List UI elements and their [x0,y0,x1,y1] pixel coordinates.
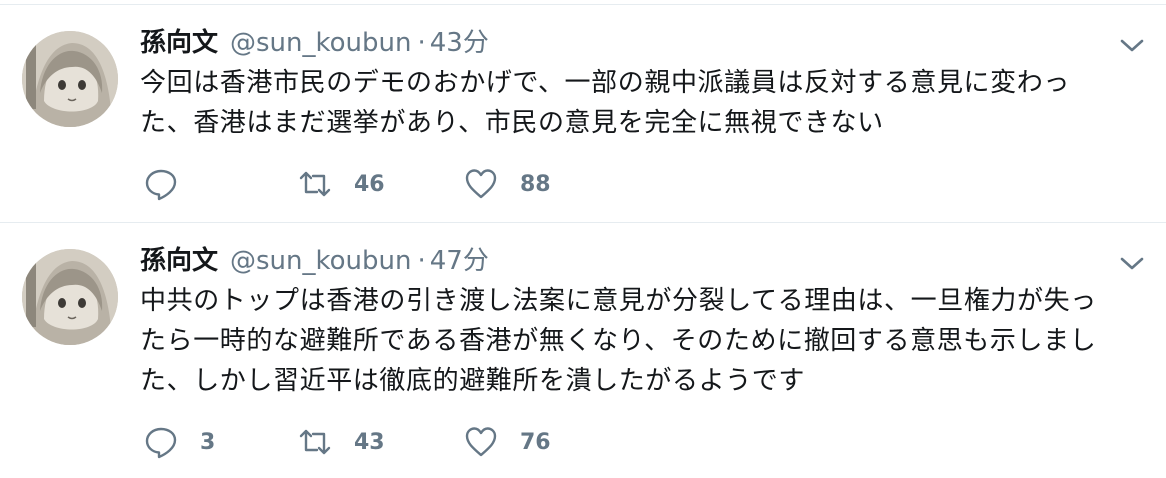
display-name[interactable]: 孫向文 [140,246,218,276]
retweet-count: 43 [354,429,385,455]
tweet[interactable]: 孫向文 @sun_koubun · 47分 中共のトップは香港の引き渡し法案に意見が分… [0,223,1166,478]
reply-button[interactable]: 3 [144,422,215,462]
separator: · [417,28,426,58]
reply-count: 3 [200,429,216,455]
heart-icon [465,427,497,457]
retweet-icon [299,429,331,455]
reply-button[interactable] [144,164,200,204]
retweet-button[interactable]: 46 [298,164,385,204]
tweet-header: 孫向文 @sun_koubun · 43分 [140,25,489,61]
retweet-count: 46 [354,171,385,197]
reply-icon [145,169,177,201]
retweet-icon [299,171,331,197]
tweet-actions: 46 88 [140,164,640,204]
avatar[interactable] [22,31,118,127]
heart-icon [465,169,497,199]
tweet-text: 今回は香港市民のデモのおかげで、一部の親中派議員は反対する意見に変わっ た、香港… [140,68,1070,138]
like-count: 88 [520,171,551,197]
retweet-button[interactable]: 43 [298,422,385,462]
reply-icon [145,427,177,459]
like-button[interactable]: 88 [464,164,551,204]
timestamp[interactable]: 47分 [430,246,489,276]
tweet[interactable]: 孫向文 @sun_koubun · 43分 今回は香港市民のデモのおかげで、一部の親中… [0,5,1166,223]
tweet-header: 孫向文 @sun_koubun · 47分 [140,243,489,279]
display-name[interactable]: 孫向文 [140,28,218,58]
chevron-down-icon[interactable] [1118,253,1146,273]
tweet-actions: 3 43 76 [140,422,640,462]
chevron-down-icon[interactable] [1118,35,1146,55]
timestamp[interactable]: 43分 [430,28,489,58]
like-button[interactable]: 76 [464,422,551,462]
tweet-text: 中共のトップは香港の引き渡し法案に意見が分裂してる理由は、一旦権力が失っ たら一… [140,286,1097,396]
username[interactable]: @sun_koubun [230,28,411,58]
separator: · [417,246,426,276]
like-count: 76 [520,429,551,455]
username[interactable]: @sun_koubun [230,246,411,276]
avatar[interactable] [22,249,118,345]
